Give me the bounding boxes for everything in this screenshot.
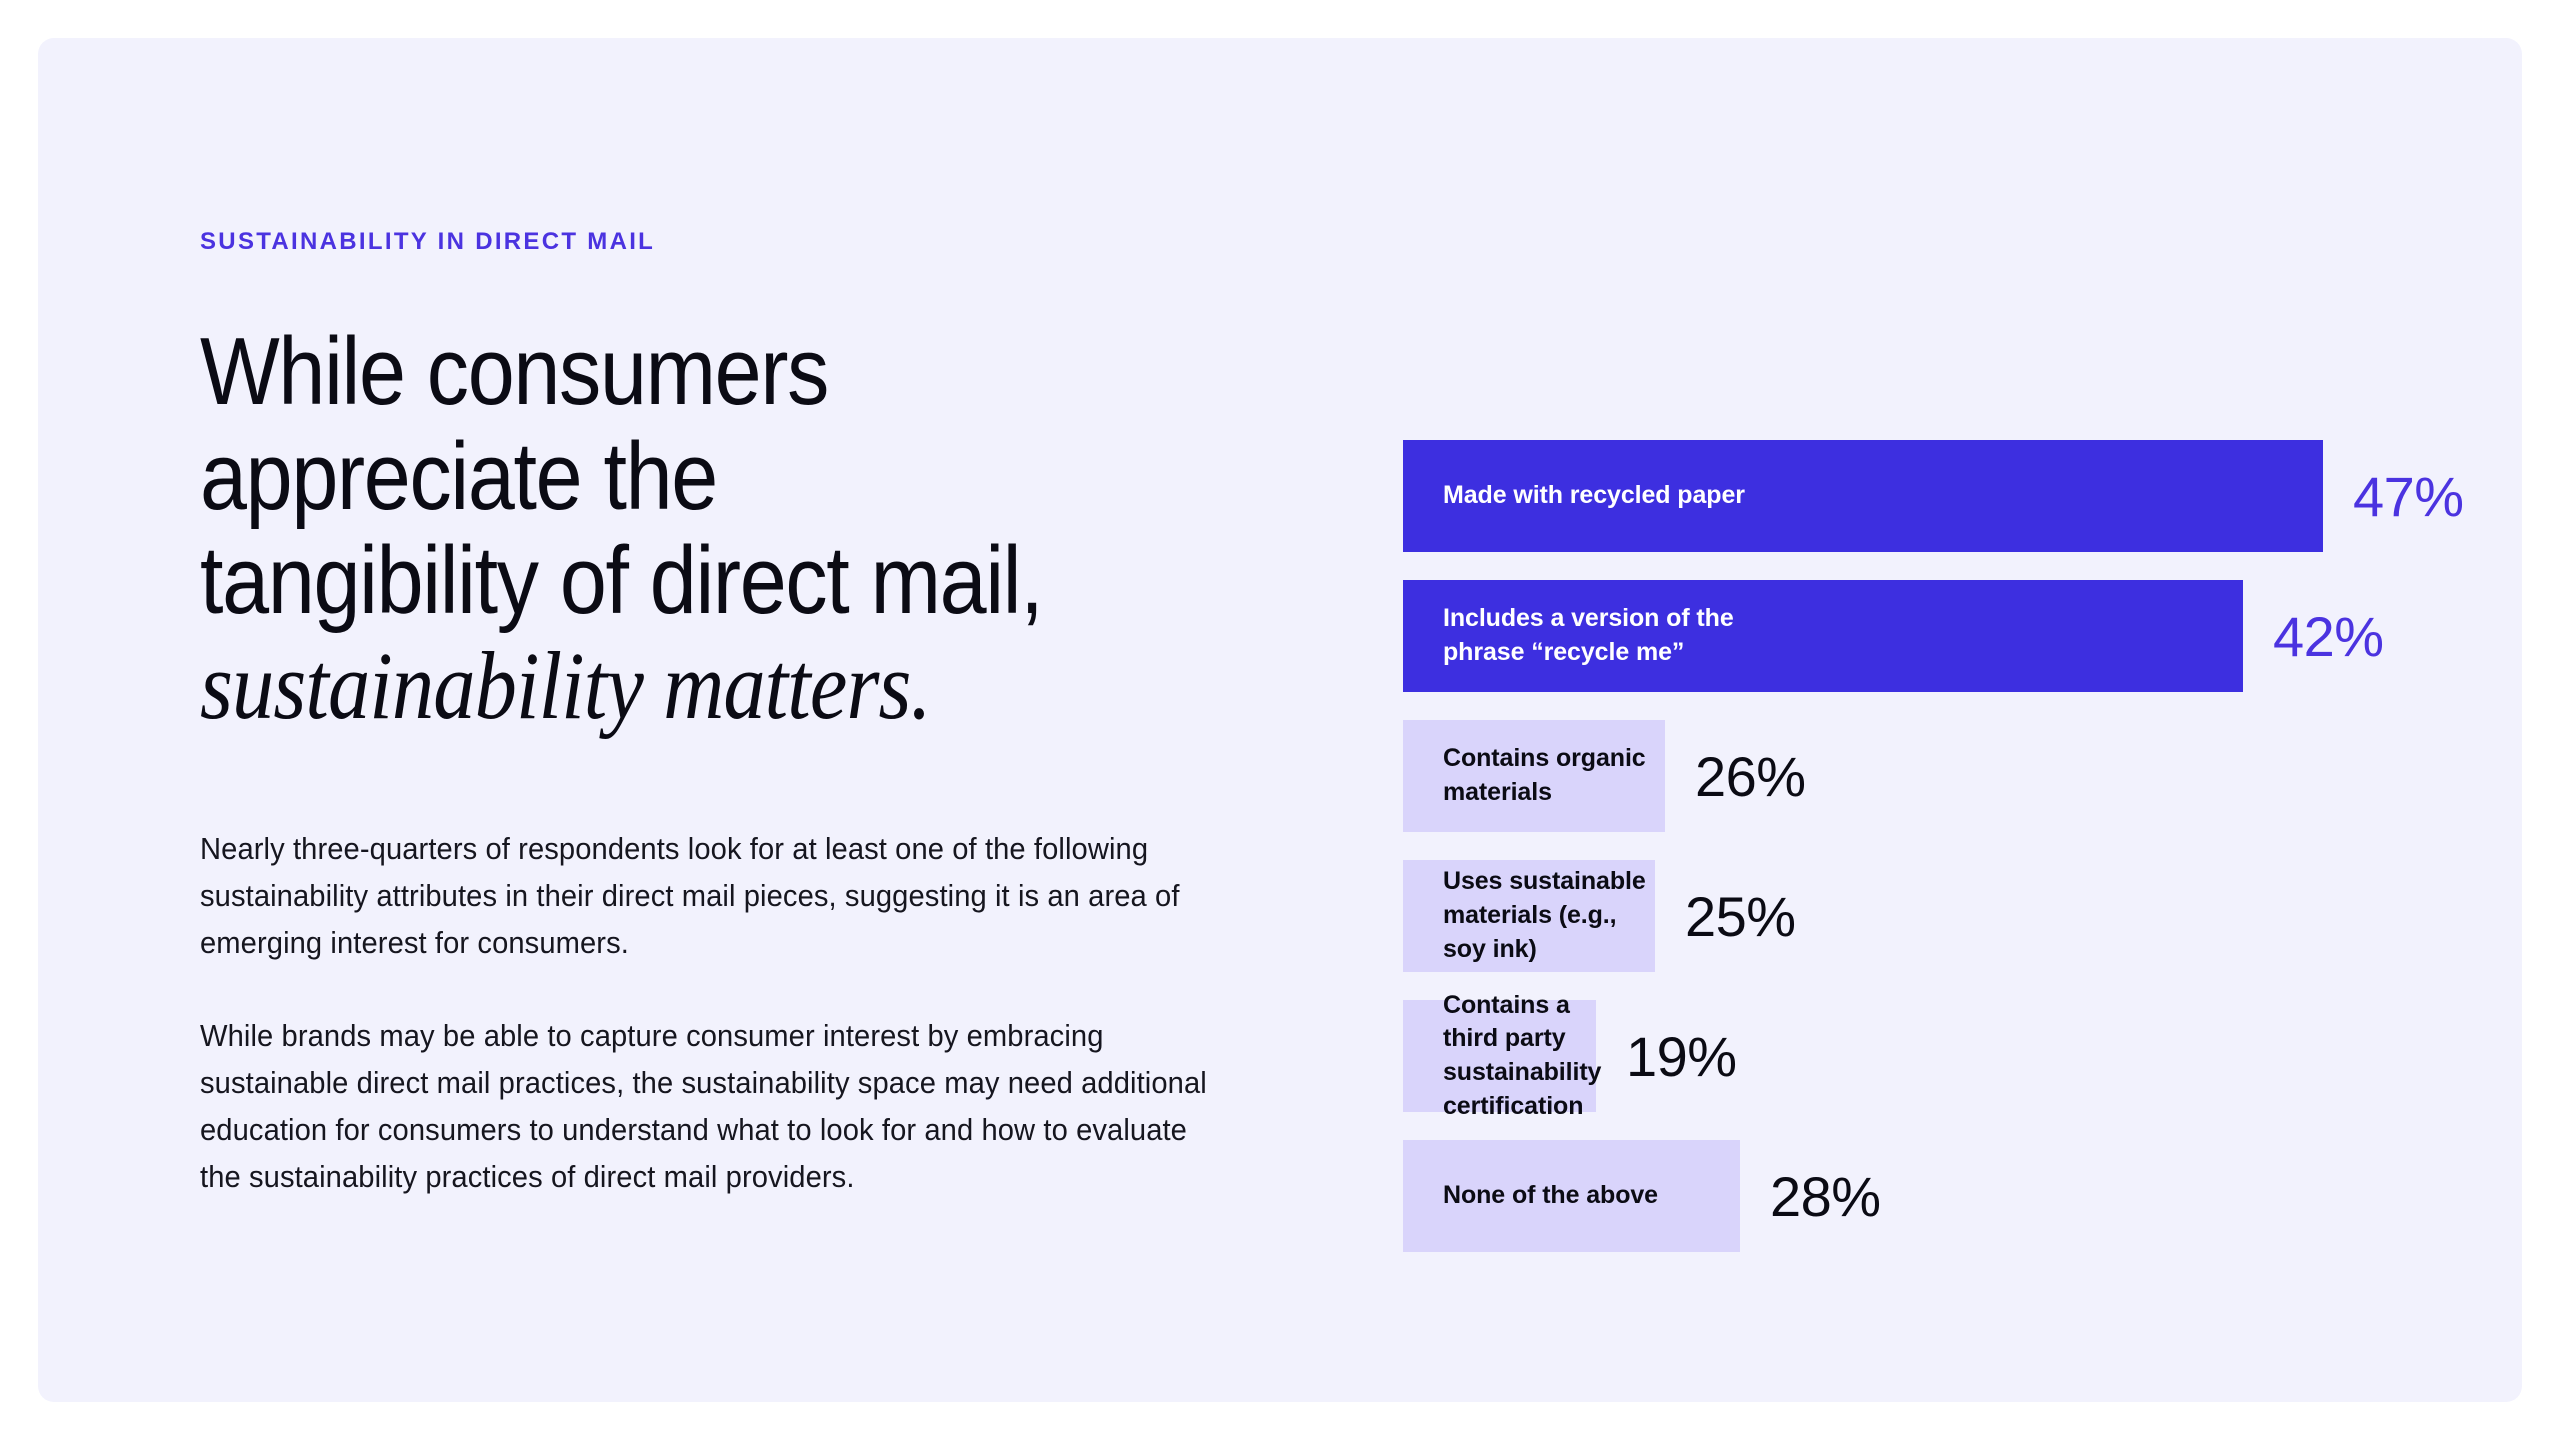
- bar-label: Includes a version of the phrase “recycl…: [1443, 604, 1734, 666]
- eyebrow-label: SUSTAINABILITY IN DIRECT MAIL: [200, 228, 656, 255]
- bar-label: None of the above: [1443, 1181, 1658, 1210]
- body-paragraph-2: While brands may be able to capture cons…: [200, 1017, 1207, 1195]
- bar-label: Made with recycled paper: [1443, 481, 1745, 510]
- bar-row: None of the above 28%: [1403, 1140, 2463, 1252]
- bar-value: 26%: [1695, 744, 1806, 808]
- bar-row: Includes a version of the phrase “recycl…: [1403, 580, 2463, 692]
- bar-segment: Includes a version of the phrase “recycl…: [1403, 580, 2243, 692]
- page-title: While consumers appreciate the tangibili…: [200, 318, 1274, 739]
- bar-row: Uses sustainable materials (e.g., soy in…: [1403, 860, 2463, 972]
- bar-value: 42%: [2273, 604, 2384, 668]
- bar-segment: Uses sustainable materials (e.g., soy in…: [1403, 860, 1655, 972]
- bar-row: Contains a third party sustainability ce…: [1403, 991, 2463, 1120]
- bar-segment: None of the above: [1403, 1140, 1740, 1252]
- bar-value: 28%: [1770, 1164, 1881, 1228]
- left-column: SUSTAINABILITY IN DIRECT MAIL While cons…: [200, 228, 1280, 1200]
- sustainability-attributes-bar-chart: Made with recycled paper 47% Includes a ve…: [1403, 440, 2464, 1252]
- bar-value: 47%: [2353, 464, 2464, 528]
- headline-line-1: While consumers: [200, 318, 829, 425]
- content-card: SUSTAINABILITY IN DIRECT MAIL While cons…: [38, 38, 2522, 1402]
- headline-line-4-italic: sustainability matters.: [200, 631, 932, 739]
- bar-segment: Contains a third party sustainability ce…: [1403, 991, 1601, 1120]
- bar-row: Contains organic materials 26%: [1403, 720, 2463, 832]
- bar-value: 25%: [1685, 884, 1796, 948]
- bar-segment: Contains organic materials: [1403, 720, 1665, 832]
- bar-label: Contains a third party sustainability ce…: [1443, 990, 1602, 1120]
- body-paragraph-1: Nearly three-quarters of respondents loo…: [200, 830, 1180, 960]
- bar-segment: Made with recycled paper: [1403, 440, 2323, 552]
- headline-line-3: tangibility of direct mail,: [200, 527, 1044, 635]
- body-copy: Nearly three-quarters of respondents loo…: [200, 825, 1235, 1201]
- bar-label: Contains organic materials: [1443, 744, 1646, 806]
- bar-row: Made with recycled paper 47%: [1403, 440, 2464, 552]
- bar-label: Uses sustainable materials (e.g., soy in…: [1443, 867, 1646, 963]
- bar-value: 19%: [1626, 1024, 1737, 1088]
- headline-line-2: appreciate the: [200, 422, 718, 530]
